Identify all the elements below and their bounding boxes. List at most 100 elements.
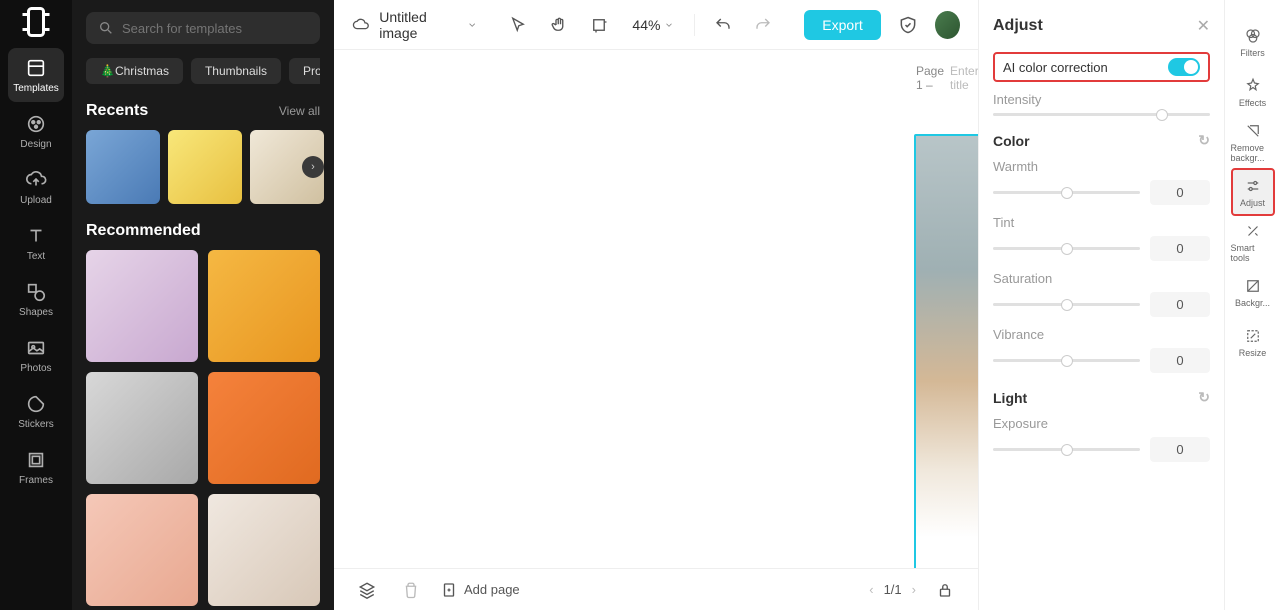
adjust-tool[interactable]: Adjust	[1231, 168, 1275, 216]
ai-toggle[interactable]	[1168, 58, 1200, 76]
nav-label: Upload	[20, 195, 52, 206]
saturation-value[interactable]: 0	[1150, 292, 1210, 317]
nav-design[interactable]: Design	[8, 104, 64, 158]
background-tool[interactable]: Backgr...	[1231, 268, 1275, 316]
templates-panel: 🎄Christmas Thumbnails Prod Recents View …	[72, 0, 334, 610]
nav-label: Text	[27, 251, 45, 262]
vibrance-label: Vibrance	[993, 327, 1210, 342]
saturation-slider[interactable]	[993, 303, 1140, 306]
canvas-photo[interactable]	[914, 134, 978, 568]
resize-tool[interactable]: Resize	[1231, 318, 1275, 366]
recommended-grid	[86, 250, 320, 606]
page-title-input[interactable]: Enter title	[950, 64, 978, 92]
recent-thumb[interactable]	[168, 130, 242, 204]
chevron-down-icon[interactable]	[467, 19, 477, 31]
nav-text[interactable]: Text	[8, 216, 64, 270]
template-card[interactable]	[208, 250, 320, 362]
top-toolbar: Untitled image 44% Export	[334, 0, 978, 50]
template-card[interactable]	[86, 494, 198, 606]
nav-frames[interactable]: Frames	[8, 440, 64, 494]
crop-tool[interactable]	[586, 10, 612, 40]
user-avatar[interactable]	[935, 11, 960, 39]
canvas-area: Untitled image 44% Export Page 1 – Ente	[334, 0, 978, 610]
cursor-tool[interactable]	[505, 10, 531, 40]
nav-shapes[interactable]: Shapes	[8, 272, 64, 326]
add-page-button[interactable]: Add page	[440, 581, 520, 599]
chip-row: 🎄Christmas Thumbnails Prod	[86, 58, 320, 84]
recommended-title: Recommended	[86, 222, 201, 240]
left-sidebar: Templates Design Upload Text Shapes Phot…	[0, 0, 72, 610]
canvas-body[interactable]: Page 1 – Enter title	[334, 50, 978, 568]
nav-photos[interactable]: Photos	[8, 328, 64, 382]
app-logo[interactable]	[18, 4, 54, 40]
tint-value[interactable]: 0	[1150, 236, 1210, 261]
recents-row: ›	[86, 130, 320, 204]
vibrance-slider[interactable]	[993, 359, 1140, 362]
exposure-value[interactable]: 0	[1150, 437, 1210, 462]
page-label: Page 1 – Enter title	[916, 64, 978, 92]
doc-title[interactable]: Untitled image	[379, 9, 456, 41]
tint-label: Tint	[993, 215, 1210, 230]
undo-button[interactable]	[709, 10, 735, 40]
page-count: ‹ 1/1 ›	[869, 582, 916, 597]
nav-label: Stickers	[18, 419, 54, 430]
nav-label: Templates	[13, 83, 59, 94]
warmth-value[interactable]: 0	[1150, 180, 1210, 205]
right-sidebar: Filters Effects Remove backgr... Adjust …	[1224, 0, 1280, 610]
nav-label: Design	[20, 139, 51, 150]
saturation-label: Saturation	[993, 271, 1210, 286]
template-card[interactable]	[208, 372, 320, 484]
vibrance-value[interactable]: 0	[1150, 348, 1210, 373]
nav-stickers[interactable]: Stickers	[8, 384, 64, 438]
chip-thumbnails[interactable]: Thumbnails	[191, 58, 281, 84]
template-card[interactable]	[86, 250, 198, 362]
prev-page-icon[interactable]: ‹	[869, 582, 873, 597]
lock-icon[interactable]	[930, 575, 960, 605]
ai-color-correction-row: AI color correction	[993, 52, 1210, 82]
nav-label: Frames	[19, 475, 53, 486]
warmth-slider[interactable]	[993, 191, 1140, 194]
search-box[interactable]	[86, 12, 320, 44]
view-all-link[interactable]: View all	[279, 104, 320, 118]
nav-upload[interactable]: Upload	[8, 160, 64, 214]
reset-light-icon[interactable]: ↻	[1198, 389, 1210, 406]
exposure-slider[interactable]	[993, 448, 1140, 451]
cloud-icon	[352, 15, 369, 35]
tint-slider[interactable]	[993, 247, 1140, 250]
nav-label: Shapes	[19, 307, 53, 318]
template-card[interactable]	[86, 372, 198, 484]
redo-button[interactable]	[750, 10, 776, 40]
smart-tools[interactable]: Smart tools	[1231, 218, 1275, 266]
zoom-display[interactable]: 44%	[626, 17, 680, 33]
layers-icon[interactable]	[352, 575, 382, 605]
bottom-bar: Add page ‹ 1/1 ›	[334, 568, 978, 610]
intensity-slider[interactable]	[993, 113, 1210, 116]
search-input[interactable]	[122, 21, 308, 36]
scroll-right-icon[interactable]: ›	[302, 156, 324, 178]
trash-icon[interactable]	[396, 575, 426, 605]
effects-tool[interactable]: Effects	[1231, 68, 1275, 116]
chip-product[interactable]: Prod	[289, 58, 320, 84]
chip-christmas[interactable]: 🎄Christmas	[86, 58, 183, 84]
filters-tool[interactable]: Filters	[1231, 18, 1275, 66]
nav-label: Photos	[20, 363, 51, 374]
export-button[interactable]: Export	[804, 10, 880, 40]
ai-label: AI color correction	[1003, 60, 1108, 75]
recent-thumb[interactable]	[86, 130, 160, 204]
color-group-title: Color	[993, 133, 1030, 149]
light-group-title: Light	[993, 390, 1027, 406]
reset-color-icon[interactable]: ↻	[1198, 132, 1210, 149]
template-card[interactable]	[208, 494, 320, 606]
nav-templates[interactable]: Templates	[8, 48, 64, 102]
shield-icon[interactable]	[895, 10, 921, 40]
search-icon	[98, 20, 114, 36]
chevron-down-icon	[664, 20, 674, 30]
next-page-icon[interactable]: ›	[912, 582, 916, 597]
add-page-icon	[440, 581, 458, 599]
remove-bg-tool[interactable]: Remove backgr...	[1231, 118, 1275, 166]
hand-tool[interactable]	[545, 10, 571, 40]
close-icon[interactable]: ✕	[1197, 16, 1210, 36]
exposure-label: Exposure	[993, 416, 1210, 431]
adjust-title: Adjust	[993, 17, 1043, 35]
warmth-label: Warmth	[993, 159, 1210, 174]
